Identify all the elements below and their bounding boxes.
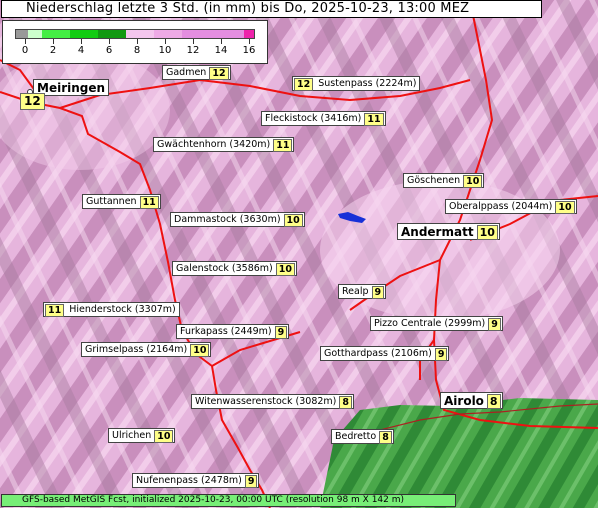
place-value: 9 bbox=[244, 474, 258, 488]
place-value: 10 bbox=[476, 224, 498, 240]
place-value: 10 bbox=[283, 213, 303, 227]
legend-label: 0 bbox=[21, 45, 29, 56]
place-label-grimselpass[interactable]: Grimselpass (2164m) 10 bbox=[81, 342, 212, 357]
legend-swatch-lightgreen bbox=[28, 30, 42, 38]
place-label-oberalppass[interactable]: Oberalppass (2044m) 10 bbox=[445, 199, 577, 214]
legend-label: 10 bbox=[158, 45, 172, 56]
legend-tick bbox=[221, 39, 222, 44]
place-value: 10 bbox=[463, 174, 483, 188]
place-name: Dammastock (3630m) bbox=[174, 214, 281, 225]
place-label-sustenpass[interactable]: 12 Sustenpass (2224m) bbox=[292, 76, 421, 91]
legend-label: 12 bbox=[186, 45, 200, 56]
place-value: 8 bbox=[486, 393, 501, 409]
legend-color-bar bbox=[15, 29, 255, 39]
place-label-bedretto[interactable]: Bedretto 8 bbox=[331, 429, 394, 444]
place-value: 9 bbox=[274, 325, 288, 339]
legend-label: 16 bbox=[242, 45, 256, 56]
legend-tick bbox=[249, 39, 250, 44]
forecast-footer: GFS-based MetGIS Fcst, initialized 2025-… bbox=[1, 494, 456, 507]
place-label-airolo[interactable]: Airolo 8 bbox=[440, 392, 503, 409]
place-name: Hienderstock (3307m) bbox=[69, 304, 176, 315]
legend-tick bbox=[109, 39, 110, 44]
place-label-pizzo-centrale[interactable]: Pizzo Centrale (2999m) 9 bbox=[370, 316, 503, 331]
place-label-gwaechtenhorn[interactable]: Gwächtenhorn (3420m) 11 bbox=[153, 137, 295, 152]
legend-swatch-green3 bbox=[98, 30, 126, 38]
legend-swatch-pink2 bbox=[154, 30, 182, 38]
place-name: Bedretto bbox=[335, 431, 377, 442]
legend-label: 4 bbox=[77, 45, 85, 56]
place-label-gotthardpass[interactable]: Gotthardpass (2106m) 9 bbox=[320, 346, 450, 361]
place-label-ulrichen[interactable]: Ulrichen 10 bbox=[108, 428, 176, 443]
legend-label: 2 bbox=[49, 45, 57, 56]
place-label-furkapass[interactable]: Furkapass (2449m) 9 bbox=[176, 324, 290, 339]
place-name: Witenwasserenstock (3082m) bbox=[195, 396, 337, 407]
place-name: Furkapass (2449m) bbox=[180, 326, 272, 337]
place-name: Ulrichen bbox=[112, 430, 152, 441]
legend-swatch-pink3 bbox=[182, 30, 244, 38]
place-name: Airolo bbox=[444, 394, 484, 408]
place-label-gadmen[interactable]: Gadmen 12 bbox=[162, 65, 231, 80]
legend-tick bbox=[25, 39, 26, 44]
precip-legend: 0 2 4 6 8 10 12 14 16 bbox=[2, 20, 268, 64]
place-value: 12 bbox=[209, 66, 229, 80]
place-name: Realp bbox=[342, 286, 369, 297]
place-label-nufenenpass[interactable]: Nufenenpass (2478m) 9 bbox=[132, 473, 260, 488]
place-name: Andermatt bbox=[401, 225, 474, 239]
place-name: Göschenen bbox=[407, 175, 461, 186]
legend-swatch-green2 bbox=[70, 30, 98, 38]
place-name: Fleckistock (3416m) bbox=[265, 113, 362, 124]
place-value: 10 bbox=[275, 262, 295, 276]
legend-label: 8 bbox=[133, 45, 141, 56]
place-label-hienderstock[interactable]: 11 Hienderstock (3307m) bbox=[43, 302, 180, 317]
place-name: Pizzo Centrale (2999m) bbox=[374, 318, 486, 329]
legend-swatch-magenta bbox=[244, 30, 254, 38]
place-value-meiringen: 12 bbox=[20, 93, 45, 110]
place-label-galenstock[interactable]: Galenstock (3586m) 10 bbox=[172, 261, 297, 276]
place-value: 11 bbox=[273, 138, 293, 152]
place-label-witenwasserenstock[interactable]: Witenwasserenstock (3082m) 8 bbox=[191, 394, 355, 409]
legend-tick bbox=[81, 39, 82, 44]
place-name: Sustenpass (2224m) bbox=[318, 78, 417, 89]
place-value: 11 bbox=[139, 195, 159, 209]
place-name: Gwächtenhorn (3420m) bbox=[157, 139, 271, 150]
legend-swatch-gray bbox=[16, 30, 28, 38]
place-value: 9 bbox=[434, 347, 448, 361]
place-label-realp[interactable]: Realp 9 bbox=[338, 284, 387, 299]
place-label-dammastock[interactable]: Dammastock (3630m) 10 bbox=[170, 212, 305, 227]
place-value: 10 bbox=[154, 429, 174, 443]
place-value: 12 bbox=[294, 77, 314, 91]
legend-tick bbox=[193, 39, 194, 44]
place-label-andermatt[interactable]: Andermatt 10 bbox=[397, 223, 500, 240]
place-name: Gadmen bbox=[166, 67, 207, 78]
legend-tick bbox=[137, 39, 138, 44]
place-value: 8 bbox=[339, 395, 353, 409]
legend-swatch-pink1 bbox=[126, 30, 154, 38]
place-label-guttannen[interactable]: Guttannen 11 bbox=[82, 194, 161, 209]
place-value: 9 bbox=[488, 317, 501, 331]
place-label-fleckistock[interactable]: Fleckistock (3416m) 11 bbox=[261, 111, 386, 126]
place-name: Nufenenpass (2478m) bbox=[136, 475, 242, 486]
place-value: 10 bbox=[190, 343, 210, 357]
place-name: Guttannen bbox=[86, 196, 137, 207]
legend-tick bbox=[165, 39, 166, 44]
place-value: 8 bbox=[379, 430, 392, 444]
place-value: 11 bbox=[45, 303, 65, 317]
map-title: Niederschlag letzte 3 Std. (in mm) bis D… bbox=[1, 0, 542, 18]
place-name: Oberalppass (2044m) bbox=[449, 201, 553, 212]
place-label-goeschenen[interactable]: Göschenen 10 bbox=[403, 173, 485, 188]
legend-label: 6 bbox=[105, 45, 113, 56]
place-name: Galenstock (3586m) bbox=[176, 263, 273, 274]
place-value: 9 bbox=[371, 285, 385, 299]
place-name: Gotthardpass (2106m) bbox=[324, 348, 432, 359]
legend-swatch-green1 bbox=[42, 30, 70, 38]
place-name: Meiringen bbox=[37, 81, 106, 95]
legend-tick bbox=[53, 39, 54, 44]
place-value: 10 bbox=[555, 200, 575, 214]
place-value: 11 bbox=[364, 112, 384, 126]
place-name: Grimselpass (2164m) bbox=[85, 344, 188, 355]
legend-label: 14 bbox=[214, 45, 228, 56]
